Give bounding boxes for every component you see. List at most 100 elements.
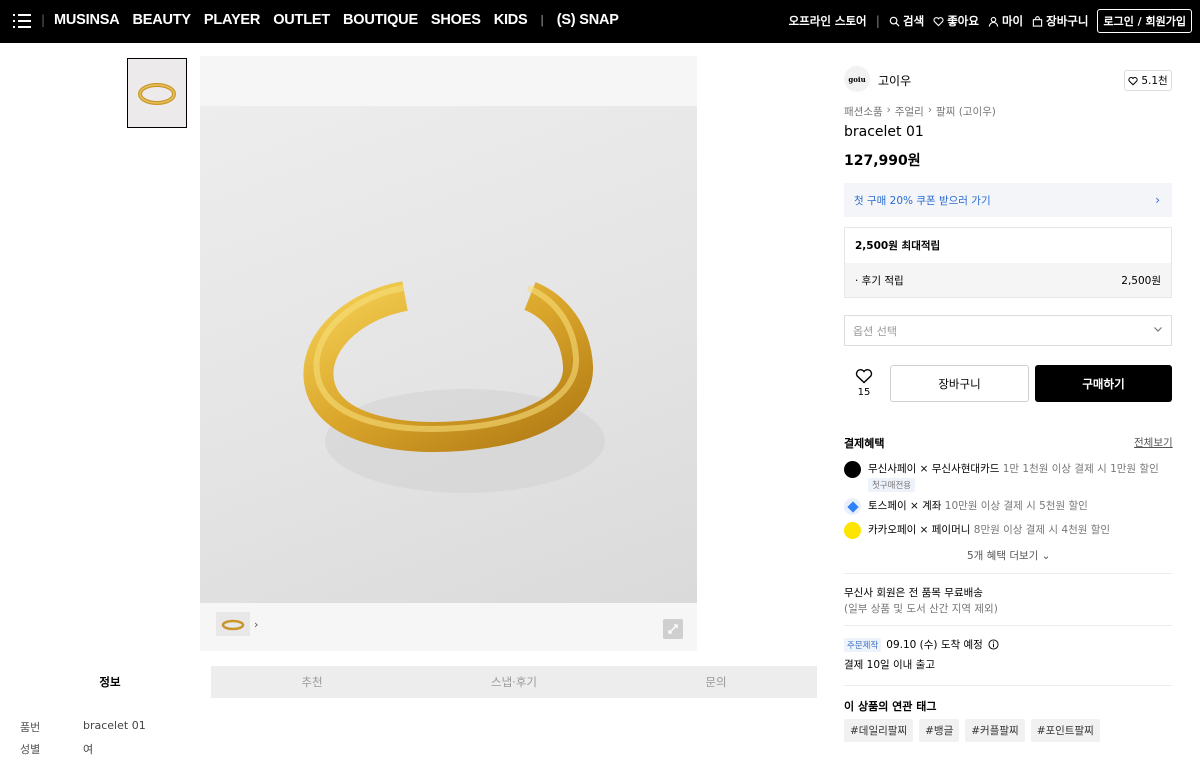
- info-icon[interactable]: [988, 639, 999, 650]
- tab-recommend[interactable]: 추천: [211, 666, 413, 698]
- review-points-label: · 후기 적립: [855, 274, 904, 287]
- likes-link[interactable]: 좋아요: [933, 13, 979, 29]
- search-icon: [889, 16, 900, 27]
- product-gallery: ›: [200, 56, 697, 651]
- benefit-item: 카카오페이 × 페이머니 8만원 이상 결제 시 4천원 할인: [844, 522, 1110, 539]
- info-value: bracelet 01: [83, 719, 146, 732]
- bracelet-mini-image: [221, 619, 245, 631]
- benefit-name: 카카오페이 × 페이머니: [868, 524, 971, 536]
- heart-icon: [855, 369, 873, 384]
- payment-benefits-title: 결제혜택: [844, 437, 885, 450]
- breadcrumb: 패션소품 › 주얼리 › 팔찌 (고이우): [844, 104, 996, 119]
- breadcrumb-item[interactable]: 주얼리: [895, 104, 924, 119]
- product-image: [200, 106, 697, 603]
- arrival-date: 09.10 (수) 도착 예정: [886, 639, 983, 651]
- breadcrumb-item[interactable]: 팔찌 (고이우): [936, 104, 996, 119]
- nav-player[interactable]: PLAYER: [204, 12, 260, 28]
- divider: [844, 685, 1172, 686]
- user-icon: [988, 16, 999, 27]
- gallery-thumb[interactable]: [216, 612, 250, 636]
- related-tags-title: 이 상품의 연관 태그: [844, 700, 937, 713]
- divider: |: [540, 13, 544, 27]
- expand-icon[interactable]: [663, 619, 683, 639]
- heart-icon: [1128, 76, 1138, 85]
- benefit-desc: 1만 1천원 이상 결제 시 1만원 할인: [1002, 463, 1159, 475]
- my-link[interactable]: 마이: [988, 13, 1023, 29]
- nav-shoes[interactable]: SHOES: [431, 12, 481, 28]
- nav-musinsa[interactable]: MUSINSA: [54, 12, 120, 28]
- cart-label: 장바구니: [1046, 14, 1089, 28]
- bracelet-image: [303, 281, 605, 493]
- chevron-right-icon: ›: [927, 104, 933, 116]
- coupon-text: 첫 구매 20% 쿠폰 받으러 가기: [854, 194, 991, 207]
- info-label: 품번: [20, 721, 41, 734]
- more-benefits-link[interactable]: 5개 혜택 더보기 ⌄: [967, 548, 1050, 563]
- nav-kids[interactable]: KIDS: [494, 12, 528, 28]
- benefit-desc: 10만원 이상 결제 시 5천원 할인: [944, 500, 1088, 512]
- offline-store-link[interactable]: 오프라인 스토어: [789, 13, 867, 29]
- benefit-item: 토스페이 × 계좌 10만원 이상 결제 시 5천원 할인: [844, 498, 1088, 515]
- chevron-down-icon: ⌄: [1041, 550, 1051, 562]
- divider: |: [41, 13, 46, 27]
- tag-chip[interactable]: #데일리팔찌: [844, 719, 914, 742]
- likes-label: 좋아요: [947, 14, 979, 28]
- musinsa-pay-icon: [844, 461, 861, 478]
- brand-name[interactable]: 고이우: [878, 72, 911, 89]
- benefit-name: 토스페이 × 계좌: [868, 500, 942, 512]
- benefit-name: 무신사페이 × 무신사현대카드: [868, 463, 1000, 475]
- product-tabs: 정보 추천 스냅·후기 문의: [9, 666, 817, 698]
- bag-icon: [1032, 15, 1043, 27]
- first-purchase-badge: 첫구매전용: [868, 478, 916, 492]
- product-thumbnail[interactable]: [127, 58, 187, 128]
- option-select[interactable]: 옵션 선택: [844, 315, 1172, 346]
- add-to-cart-button[interactable]: 장바구니: [890, 365, 1029, 402]
- delivery-info: 주문제작 09.10 (수) 도착 예정: [844, 637, 999, 652]
- chevron-right-icon: ›: [886, 104, 891, 116]
- menu-icon[interactable]: [13, 14, 31, 28]
- nav-beauty[interactable]: BEAUTY: [132, 12, 191, 28]
- brand-menu: MUSINSA BEAUTY PLAYER OUTLET BOUTIQUE SH…: [54, 12, 619, 28]
- brand-logo[interactable]: goiu: [844, 66, 870, 92]
- free-shipping-text: 무신사 회원은 전 품목 무료배송: [844, 587, 983, 599]
- toss-pay-icon: [844, 498, 861, 515]
- made-to-order-badge: 주문제작: [844, 637, 882, 652]
- chevron-down-icon: [1154, 327, 1162, 332]
- shipping-exclusion-text: (일부 상품 및 도서 산간 지역 제외): [844, 603, 998, 615]
- divider: |: [875, 14, 881, 28]
- buy-now-button[interactable]: 구매하기: [1035, 365, 1172, 402]
- coupon-banner[interactable]: 첫 구매 20% 쿠폰 받으러 가기 ›: [844, 183, 1172, 217]
- tab-snap-review[interactable]: 스냅·후기: [413, 666, 615, 698]
- benefit-desc: 8만원 이상 결제 시 4천원 할인: [973, 524, 1111, 536]
- related-tags: #데일리팔찌 #뱅글 #커플팔찌 #포인트팔찌: [844, 719, 1100, 742]
- option-placeholder: 옵션 선택: [853, 324, 897, 338]
- nav-boutique[interactable]: BOUTIQUE: [343, 12, 418, 28]
- login-button[interactable]: 로그인 / 회원가입: [1097, 9, 1192, 33]
- nav-outlet[interactable]: OUTLET: [273, 12, 330, 28]
- nav-snap[interactable]: (S) SNAP: [557, 12, 619, 28]
- kakao-pay-icon: [844, 522, 861, 539]
- tag-chip[interactable]: #커플팔찌: [965, 719, 1025, 742]
- breadcrumb-item[interactable]: 패션소품: [844, 104, 883, 119]
- review-points-value: 2,500원: [1121, 274, 1161, 287]
- review-points-row: · 후기 적립 2,500원: [845, 263, 1171, 297]
- brand-like-button[interactable]: 5.1천: [1124, 70, 1172, 91]
- search-label: 검색: [903, 14, 925, 28]
- chevron-right-icon: ›: [1155, 193, 1160, 207]
- gallery-next-icon[interactable]: ›: [254, 618, 258, 631]
- tab-info[interactable]: 정보: [9, 666, 211, 698]
- cart-link[interactable]: 장바구니: [1032, 13, 1088, 29]
- tab-inquiry[interactable]: 문의: [615, 666, 817, 698]
- view-all-link[interactable]: 전체보기: [1134, 435, 1173, 450]
- brand-like-count: 5.1천: [1141, 75, 1168, 87]
- points-max: 2,500원 최대적립: [855, 240, 941, 252]
- divider: [844, 625, 1172, 626]
- tag-chip[interactable]: #뱅글: [919, 719, 960, 742]
- tag-chip[interactable]: #포인트팔찌: [1030, 719, 1100, 742]
- product-like-button[interactable]: 15: [851, 368, 877, 398]
- product-title: bracelet 01: [844, 124, 924, 140]
- points-box: 2,500원 최대적립 · 후기 적립 2,500원: [844, 227, 1172, 298]
- info-row-code: 품번 bracelet 01: [20, 719, 146, 735]
- gallery-strip: ›: [216, 612, 258, 636]
- search-link[interactable]: 검색: [889, 13, 924, 29]
- utility-menu: 오프라인 스토어 | 검색 좋아요 마이 장바구니 로그인 / 회원가입: [789, 9, 1192, 33]
